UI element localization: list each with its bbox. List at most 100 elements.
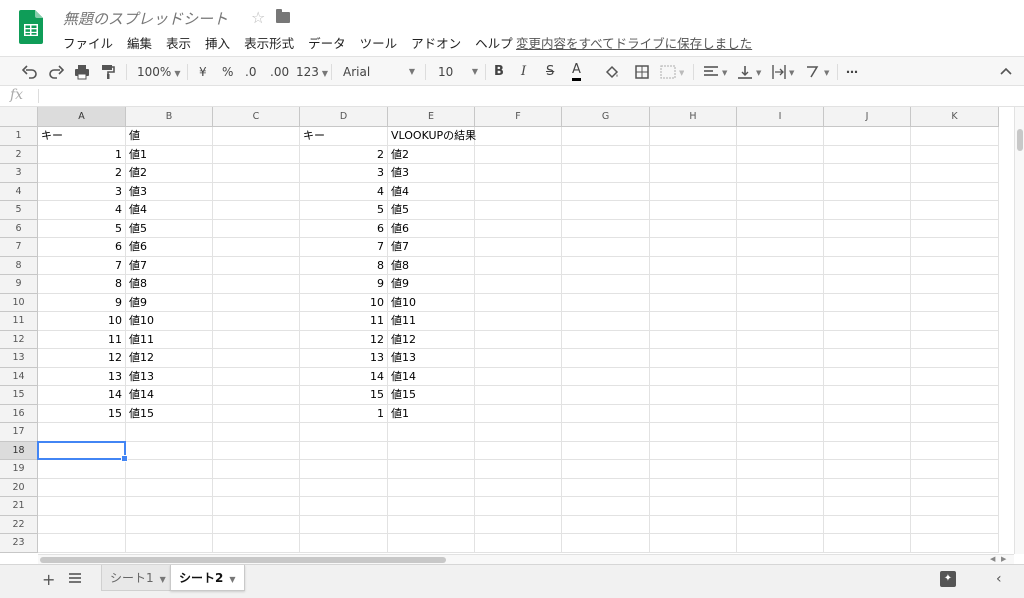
cell-c12[interactable] (213, 330, 300, 349)
cell-c21[interactable] (213, 497, 300, 516)
cell-b19[interactable] (126, 460, 213, 479)
cell-h7[interactable] (650, 238, 737, 257)
cell-j18[interactable] (824, 441, 911, 460)
cell-b17[interactable] (126, 423, 213, 442)
cell-e12[interactable]: 値12 (388, 330, 475, 349)
cell-e3[interactable]: 値3 (388, 164, 475, 183)
cell-h19[interactable] (650, 460, 737, 479)
cell-f11[interactable] (475, 312, 562, 331)
chevron-up-icon[interactable] (999, 65, 1013, 79)
cell-j16[interactable] (824, 404, 911, 423)
menu-edit[interactable]: 編集 (127, 33, 152, 51)
cell-f20[interactable] (475, 478, 562, 497)
cell-e9[interactable]: 値9 (388, 275, 475, 294)
column-header-f[interactable]: F (475, 107, 562, 127)
cell-g21[interactable] (562, 497, 650, 516)
menu-help[interactable]: ヘルプ (475, 33, 513, 51)
strikethrough-icon[interactable]: S (546, 63, 554, 81)
column-header-j[interactable]: J (824, 107, 911, 127)
cell-g19[interactable] (562, 460, 650, 479)
cell-d10[interactable]: 10 (300, 293, 388, 312)
cell-k16[interactable] (911, 404, 999, 423)
cell-e5[interactable]: 値5 (388, 201, 475, 220)
percent-button[interactable]: % (222, 63, 233, 81)
cell-d4[interactable]: 4 (300, 182, 388, 201)
row-header-13[interactable]: 13 (0, 349, 38, 368)
cell-h21[interactable] (650, 497, 737, 516)
menu-format[interactable]: 表示形式 (244, 33, 294, 51)
cell-b13[interactable]: 値12 (126, 349, 213, 368)
cell-j3[interactable] (824, 164, 911, 183)
cell-e7[interactable]: 値7 (388, 238, 475, 257)
cell-i2[interactable] (737, 145, 824, 164)
cell-e10[interactable]: 値10 (388, 293, 475, 312)
cell-g23[interactable] (562, 534, 650, 553)
cell-d15[interactable]: 15 (300, 386, 388, 405)
sheet-list-icon[interactable] (68, 572, 82, 584)
cell-c19[interactable] (213, 460, 300, 479)
undo-icon[interactable] (22, 64, 38, 80)
cell-b21[interactable] (126, 497, 213, 516)
sheet-tab-2[interactable]: シート2 ▼ (170, 565, 245, 591)
borders-icon[interactable] (634, 64, 650, 80)
cell-d3[interactable]: 3 (300, 164, 388, 183)
cell-h20[interactable] (650, 478, 737, 497)
cell-i1[interactable] (737, 127, 824, 146)
row-header-11[interactable]: 11 (0, 312, 38, 331)
cell-h3[interactable] (650, 164, 737, 183)
cell-j8[interactable] (824, 256, 911, 275)
cell-b2[interactable]: 値1 (126, 145, 213, 164)
decrease-decimal-button[interactable]: .0 (245, 63, 256, 81)
row-header-15[interactable]: 15 (0, 386, 38, 405)
cell-c2[interactable] (213, 145, 300, 164)
cell-d7[interactable]: 7 (300, 238, 388, 257)
cell-c10[interactable] (213, 293, 300, 312)
cell-f6[interactable] (475, 219, 562, 238)
cell-e14[interactable]: 値14 (388, 367, 475, 386)
cell-b3[interactable]: 値2 (126, 164, 213, 183)
vertical-scroll-thumb[interactable] (1017, 129, 1023, 151)
cell-i20[interactable] (737, 478, 824, 497)
cell-h23[interactable] (650, 534, 737, 553)
cell-i8[interactable] (737, 256, 824, 275)
column-header-i[interactable]: I (737, 107, 824, 127)
cell-d21[interactable] (300, 497, 388, 516)
cell-a22[interactable] (38, 515, 126, 534)
cell-k20[interactable] (911, 478, 999, 497)
cell-a2[interactable]: 1 (38, 145, 126, 164)
cell-e11[interactable]: 値11 (388, 312, 475, 331)
cell-h2[interactable] (650, 145, 737, 164)
cell-k13[interactable] (911, 349, 999, 368)
more-formats-button[interactable]: 123 ▼ (296, 63, 328, 81)
cell-b16[interactable]: 値15 (126, 404, 213, 423)
cell-d9[interactable]: 9 (300, 275, 388, 294)
star-icon[interactable]: ☆ (251, 8, 265, 27)
cell-c3[interactable] (213, 164, 300, 183)
cell-f7[interactable] (475, 238, 562, 257)
cell-a15[interactable]: 14 (38, 386, 126, 405)
row-header-1[interactable]: 1 (0, 127, 38, 146)
cell-b11[interactable]: 値10 (126, 312, 213, 331)
cell-g22[interactable] (562, 515, 650, 534)
cell-f12[interactable] (475, 330, 562, 349)
cell-b8[interactable]: 値7 (126, 256, 213, 275)
cell-g7[interactable] (562, 238, 650, 257)
cell-a21[interactable] (38, 497, 126, 516)
cell-i6[interactable] (737, 219, 824, 238)
cell-h12[interactable] (650, 330, 737, 349)
cell-k17[interactable] (911, 423, 999, 442)
cell-h16[interactable] (650, 404, 737, 423)
cell-i10[interactable] (737, 293, 824, 312)
cell-j23[interactable] (824, 534, 911, 553)
cell-a23[interactable] (38, 534, 126, 553)
cell-k6[interactable] (911, 219, 999, 238)
cell-c7[interactable] (213, 238, 300, 257)
cell-c17[interactable] (213, 423, 300, 442)
menu-view[interactable]: 表示 (166, 33, 191, 51)
cell-a6[interactable]: 5 (38, 219, 126, 238)
cell-e16[interactable]: 値1 (388, 404, 475, 423)
cell-b4[interactable]: 値3 (126, 182, 213, 201)
cell-b12[interactable]: 値11 (126, 330, 213, 349)
cell-i13[interactable] (737, 349, 824, 368)
cell-d18[interactable] (300, 441, 388, 460)
